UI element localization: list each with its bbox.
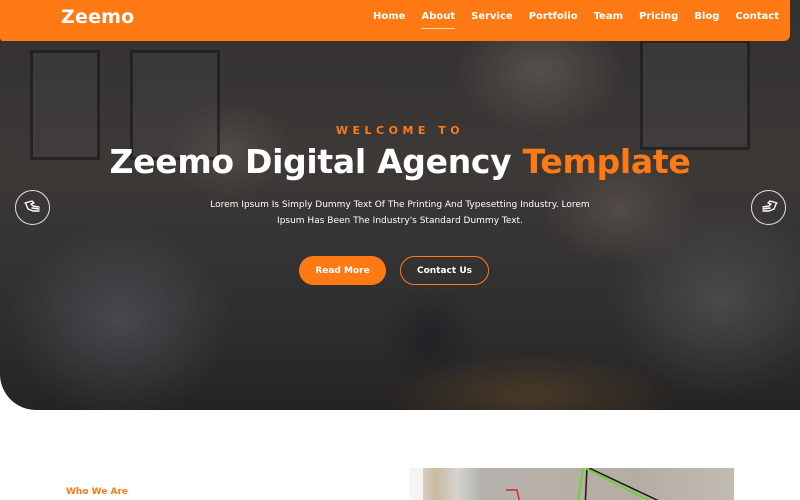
navbar: Zeemo Home About Service Portfolio Team … (0, 0, 790, 41)
nav-link-blog[interactable]: Blog (694, 11, 719, 22)
hand-pointing-right-icon (760, 198, 778, 217)
logo[interactable]: Zeemo (61, 6, 134, 28)
nav-link-home[interactable]: Home (373, 11, 405, 22)
contact-us-button[interactable]: Contact Us (400, 256, 489, 285)
hero-eyebrow: WELCOME TO (335, 124, 465, 137)
nav-link-service[interactable]: Service (471, 11, 513, 22)
hero-title-accent: Template (522, 142, 691, 181)
nav-link-portfolio[interactable]: Portfolio (529, 11, 578, 22)
about-image-lines (409, 468, 659, 500)
hero-title-main: Zeemo Digital Agency (109, 142, 523, 181)
nav-link-team[interactable]: Team (594, 11, 623, 22)
nav-link-contact[interactable]: Contact (735, 11, 779, 22)
hero-title: Zeemo Digital Agency Template (0, 142, 800, 181)
about-image (409, 468, 734, 500)
hero-description: Lorem Ipsum Is Simply Dummy Text Of The … (210, 200, 590, 226)
nav-links: Home About Service Portfolio Team Pricin… (373, 11, 795, 29)
carousel-prev-button[interactable] (15, 190, 50, 225)
carousel-next-button[interactable] (751, 190, 786, 225)
nav-link-pricing[interactable]: Pricing (639, 11, 678, 22)
read-more-button[interactable]: Read More (299, 256, 386, 285)
hand-pointing-left-icon (23, 198, 42, 217)
who-we-are-label: Who We Are (66, 487, 129, 497)
nav-link-about[interactable]: About (421, 11, 455, 29)
